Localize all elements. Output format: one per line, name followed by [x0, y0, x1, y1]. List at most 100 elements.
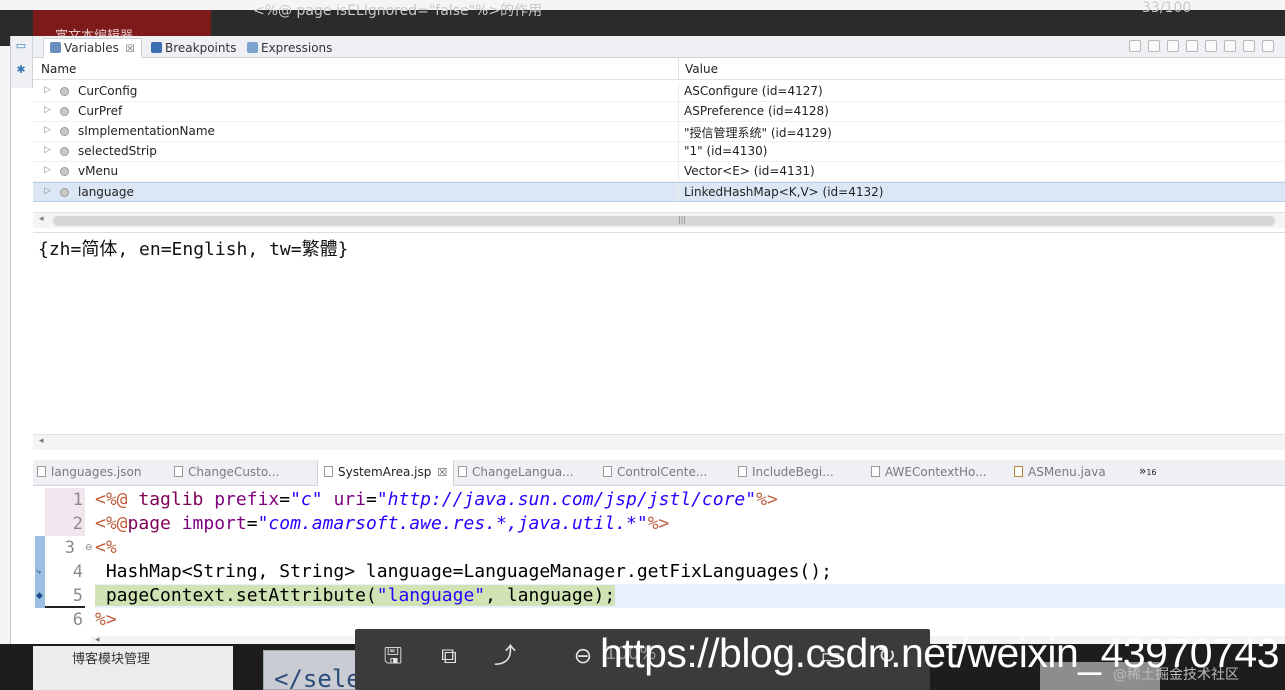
- view-tab-bar: Variables ☒ Breakpoints Expressions: [33, 36, 1285, 58]
- zoom-out-icon[interactable]: ⊖: [567, 641, 599, 673]
- variables-horizontal-scrollbar[interactable]: ◂ |||: [33, 212, 1285, 228]
- tab-label: ControlCente...: [617, 465, 708, 479]
- expand-arrow-icon[interactable]: ▷: [44, 125, 51, 135]
- field-icon: [60, 127, 69, 136]
- expand-arrow-icon[interactable]: ▷: [44, 145, 51, 155]
- variable-name: sImplementationName: [78, 124, 215, 138]
- column-divider: [678, 82, 679, 102]
- table-row[interactable]: ▷ sImplementationName "授信管理系统" (id=4129): [33, 122, 1285, 142]
- tab-controlcente[interactable]: ControlCente...: [603, 465, 707, 479]
- column-divider: [678, 183, 679, 203]
- tab-label: ChangeLangua...: [472, 465, 574, 479]
- table-row[interactable]: ▷ CurConfig ASConfigure (id=4127): [33, 82, 1285, 102]
- variable-value: "授信管理系统" (id=4129): [684, 126, 832, 140]
- copy-icon[interactable]: ⧉: [433, 641, 465, 673]
- tab-languages-json[interactable]: languages.json: [37, 465, 141, 479]
- more-tabs-button[interactable]: »16: [1139, 464, 1157, 478]
- column-divider: [678, 102, 679, 122]
- column-divider: [678, 122, 679, 142]
- bookmark-icon: ⤷: [36, 567, 42, 577]
- column-header-value[interactable]: Value: [685, 62, 718, 76]
- field-icon: [60, 87, 69, 96]
- field-icon: [60, 147, 69, 156]
- tab-includebegi[interactable]: IncludeBegi...: [738, 465, 834, 479]
- expressions-icon: [247, 42, 258, 53]
- close-icon[interactable]: ☒: [126, 44, 135, 55]
- jsp-close-tag: %>: [647, 513, 670, 534]
- show-logical-structure-icon[interactable]: [1148, 40, 1160, 52]
- line-number: 4: [72, 562, 83, 582]
- restore-icon[interactable]: ▭: [15, 40, 27, 52]
- scrollbar-thumb[interactable]: |||: [53, 215, 1275, 226]
- show-type-names-icon[interactable]: [1129, 40, 1141, 52]
- remove-all-icon[interactable]: [1224, 40, 1236, 52]
- collapse-all-icon[interactable]: [1167, 40, 1179, 52]
- variables-table: Name Value ▷ CurConfig ASConfigure (id=4…: [33, 58, 1285, 258]
- table-row[interactable]: ▷ vMenu Vector<E> (id=4131): [33, 162, 1285, 182]
- variable-value: ASPreference (id=4128): [684, 104, 829, 118]
- save-icon[interactable]: 🖫: [377, 641, 409, 673]
- tab-asmenu-java[interactable]: ASMenu.java: [1014, 465, 1106, 479]
- line-number: 5: [45, 584, 85, 608]
- expand-arrow-icon[interactable]: ▷: [44, 186, 51, 196]
- breakpoint-icon[interactable]: ◆: [36, 591, 43, 601]
- string-literal: "language": [376, 585, 486, 606]
- table-row[interactable]: ▷ CurPref ASPreference (id=4128): [33, 102, 1285, 122]
- variable-name: CurConfig: [78, 84, 138, 98]
- detail-horizontal-scrollbar[interactable]: ◂: [33, 434, 1285, 450]
- tab-label: Expressions: [261, 41, 333, 55]
- file-icon: [37, 466, 46, 477]
- jsp-open-tag: <%@: [95, 489, 128, 510]
- column-divider: [678, 142, 679, 162]
- tab-awecontextho[interactable]: AWEContextHo...: [871, 465, 987, 479]
- table-row[interactable]: ▷ selectedStrip "1" (id=4130): [33, 142, 1285, 162]
- attribute-name: uri: [322, 489, 366, 510]
- blog-module-label: 博客模块管理: [72, 652, 151, 667]
- line-number: 3: [64, 538, 75, 558]
- variable-value: Vector<E> (id=4131): [684, 164, 815, 178]
- scroll-left-icon[interactable]: ◂: [39, 436, 44, 446]
- code-line-4: HashMap<String, String> language=Languag…: [95, 561, 832, 582]
- add-watch-icon[interactable]: [1186, 40, 1198, 52]
- tab-label: languages.json: [51, 465, 142, 479]
- code-editor[interactable]: 1 2 3 ⊖ ⤷ 4 ◆ 5 6 <%@ taglib prefix="c" …: [33, 488, 1285, 648]
- field-icon: [60, 188, 69, 197]
- column-header-name[interactable]: Name: [41, 62, 76, 76]
- maximize-icon[interactable]: [1262, 40, 1274, 52]
- remove-icon[interactable]: [1205, 40, 1217, 52]
- expand-arrow-icon[interactable]: ▷: [44, 85, 51, 95]
- change-marker: [35, 536, 45, 560]
- debug-icon[interactable]: ✱: [15, 64, 27, 76]
- equals-sign: =: [246, 513, 258, 534]
- scroll-left-icon[interactable]: ◂: [39, 214, 44, 224]
- detail-pane[interactable]: {zh=简体, en=English, tw=繁體}: [33, 232, 1285, 454]
- jsp-close-tag: %>: [756, 489, 778, 510]
- expand-arrow-icon[interactable]: ▷: [44, 105, 51, 115]
- code-text: pageContext.setAttribute(: [95, 585, 377, 606]
- minimize-icon[interactable]: [1243, 40, 1255, 52]
- file-icon: [174, 466, 183, 477]
- fold-collapse-icon[interactable]: ⊖: [85, 543, 93, 553]
- line-number: 2: [45, 512, 85, 536]
- tab-label: ASMenu.java: [1028, 465, 1106, 479]
- tab-systemarea-jsp[interactable]: SystemArea.jsp ☒: [317, 460, 455, 486]
- table-header: Name Value: [33, 58, 1285, 80]
- column-divider[interactable]: [678, 58, 679, 80]
- directive-name: taglib: [127, 489, 215, 510]
- tab-changelangua[interactable]: ChangeLangua...: [458, 465, 574, 479]
- tab-variables[interactable]: Variables ☒: [43, 38, 142, 58]
- tab-label: IncludeBegi...: [752, 465, 834, 479]
- java-file-icon: [1014, 466, 1023, 477]
- tab-changecusto[interactable]: ChangeCusto...: [174, 465, 279, 479]
- close-icon[interactable]: ☒: [437, 466, 447, 479]
- tab-expressions[interactable]: Expressions: [247, 40, 332, 56]
- tab-breakpoints[interactable]: Breakpoints: [151, 40, 236, 56]
- expand-arrow-icon[interactable]: ▷: [44, 165, 51, 175]
- line-number: 6: [72, 610, 83, 630]
- share-icon[interactable]: ⤴: [489, 641, 521, 673]
- variable-value: LinkedHashMap<K,V> (id=4132): [684, 185, 884, 199]
- table-row-selected[interactable]: ▷ language LinkedHashMap<K,V> (id=4132): [33, 182, 1285, 203]
- field-icon: [60, 107, 69, 116]
- code-line-3: <%: [95, 537, 117, 558]
- attribute-value: "http://java.sun.com/jsp/jstl/core": [376, 489, 757, 510]
